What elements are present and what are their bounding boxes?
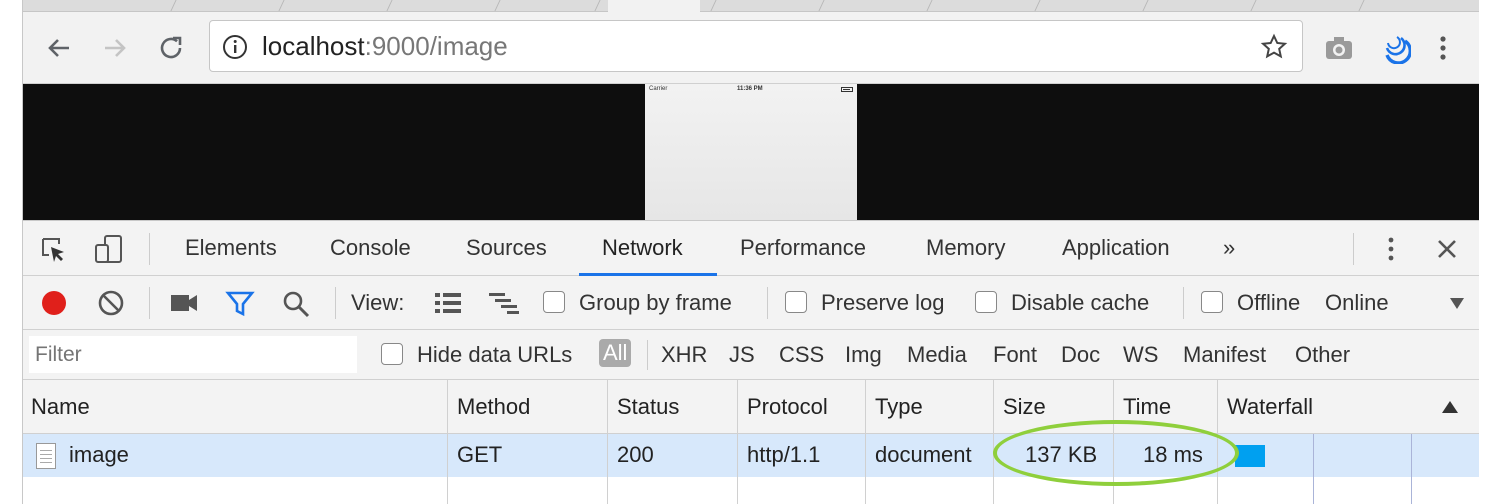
overview-waterfall-icon[interactable] (487, 290, 521, 316)
tab-sources[interactable]: Sources (466, 235, 547, 261)
tab-elements[interactable]: Elements (185, 235, 277, 261)
large-rows-icon[interactable] (433, 290, 463, 316)
column-name[interactable]: Name (31, 394, 90, 420)
row-type: document (875, 442, 972, 467)
filter-input[interactable] (29, 336, 357, 373)
hide-data-urls-label: Hide data URLs (417, 342, 573, 367)
preserve-log-checkbox[interactable] (785, 291, 807, 313)
column-size[interactable]: Size (1003, 394, 1046, 420)
clear-icon[interactable] (97, 289, 125, 317)
offline-label: Offline (1237, 290, 1301, 315)
filter-type-font[interactable]: Font (993, 342, 1037, 368)
bookmark-star-icon[interactable] (1260, 33, 1288, 61)
tab-application[interactable]: Application (1062, 235, 1170, 261)
device-status-bar: Carrier 11:36 PM (645, 84, 857, 96)
tab-console[interactable]: Console (330, 235, 411, 261)
inspect-element-icon[interactable] (39, 235, 69, 265)
filter-type-manifest[interactable]: Manifest (1183, 342, 1266, 368)
throttling-dropdown-icon[interactable] (1449, 296, 1465, 310)
tab-performance[interactable]: Performance (740, 235, 866, 261)
page-viewport: Carrier 11:36 PM (23, 84, 1479, 220)
offline-checkbox[interactable] (1201, 291, 1223, 313)
column-waterfall[interactable]: Waterfall (1227, 394, 1313, 420)
url-host: localhost (262, 31, 365, 61)
url-path: :9000/image (364, 31, 508, 61)
column-method[interactable]: Method (457, 394, 530, 420)
row-status: 200 (617, 442, 654, 467)
disable-cache-label: Disable cache (1011, 290, 1150, 315)
screenshot-video-icon[interactable] (169, 290, 199, 316)
view-label: View: (351, 290, 405, 315)
browser-menu-icon[interactable] (1427, 32, 1459, 64)
carrier-label: Carrier (649, 86, 668, 92)
url-text: localhost:9000/image (262, 31, 508, 61)
column-status[interactable]: Status (617, 394, 679, 420)
filter-type-css[interactable]: CSS (779, 342, 824, 368)
filter-type-other[interactable]: Other (1295, 342, 1350, 368)
close-devtools-icon[interactable] (1433, 235, 1461, 263)
devtools-panel: Elements Console Sources Network Perform… (23, 220, 1479, 504)
filter-type-ws[interactable]: WS (1123, 342, 1158, 368)
row-method: GET (457, 442, 503, 467)
column-time[interactable]: Time (1123, 394, 1171, 420)
devtools-tab-bar: Elements Console Sources Network Perform… (23, 221, 1479, 276)
network-toolbar: View: Group by frame Preserve log Disabl… (23, 276, 1479, 330)
filter-type-xhr[interactable]: XHR (661, 342, 707, 368)
row-name[interactable]: image (69, 442, 129, 468)
camera-icon[interactable] (1323, 32, 1355, 64)
table-row[interactable]: image GET 200 http/1.1 document 137 KB 1… (23, 434, 1479, 477)
browser-toolbar: localhost:9000/image (23, 12, 1479, 84)
tab-strip (23, 0, 1479, 13)
row-protocol: http/1.1 (747, 442, 821, 467)
throttling-select[interactable]: Online (1325, 290, 1389, 316)
device-clock: 11:36 PM (737, 86, 763, 92)
filter-type-js[interactable]: JS (729, 342, 755, 368)
forward-arrow-icon[interactable] (99, 32, 131, 64)
back-arrow-icon[interactable] (43, 32, 75, 64)
annotation-highlight-ring (993, 420, 1239, 486)
device-screen: Carrier 11:36 PM (645, 84, 857, 220)
filter-type-media[interactable]: Media (907, 342, 967, 368)
network-table-header: Name Method Status Protocol Type Size Ti… (23, 380, 1479, 434)
address-bar[interactable]: localhost:9000/image (209, 20, 1303, 72)
device-toolbar-icon[interactable] (93, 233, 125, 265)
more-tabs-chevron-icon[interactable]: » (1223, 235, 1235, 261)
extension-logo-icon[interactable] (1379, 32, 1411, 64)
filter-bar: Hide data URLs All XHR JS CSS Img Media … (23, 330, 1479, 380)
filter-type-all[interactable]: All (599, 339, 632, 367)
group-by-frame-label: Group by frame (579, 290, 732, 315)
disable-cache-checkbox[interactable] (975, 291, 997, 313)
filter-type-img[interactable]: Img (845, 342, 882, 368)
column-protocol[interactable]: Protocol (747, 394, 828, 420)
devtools-menu-icon[interactable] (1377, 235, 1405, 263)
group-by-frame-checkbox[interactable] (543, 291, 565, 313)
filter-type-doc[interactable]: Doc (1061, 342, 1100, 368)
tab-memory[interactable]: Memory (926, 235, 1005, 261)
reload-icon[interactable] (155, 32, 187, 64)
browser-window: localhost:9000/image Carrier 11:36 PM El… (22, 0, 1479, 504)
hide-data-urls-checkbox[interactable] (381, 343, 403, 365)
document-file-icon (36, 443, 56, 469)
sort-ascending-icon[interactable] (1441, 400, 1459, 414)
waterfall-bar (1235, 445, 1265, 467)
filter-funnel-icon[interactable] (225, 289, 255, 319)
column-type[interactable]: Type (875, 394, 923, 420)
preserve-log-label: Preserve log (821, 290, 945, 315)
record-icon[interactable] (39, 288, 69, 318)
info-icon[interactable] (222, 34, 248, 60)
search-icon[interactable] (281, 289, 311, 319)
tab-network[interactable]: Network (602, 235, 683, 261)
battery-icon (841, 87, 853, 92)
